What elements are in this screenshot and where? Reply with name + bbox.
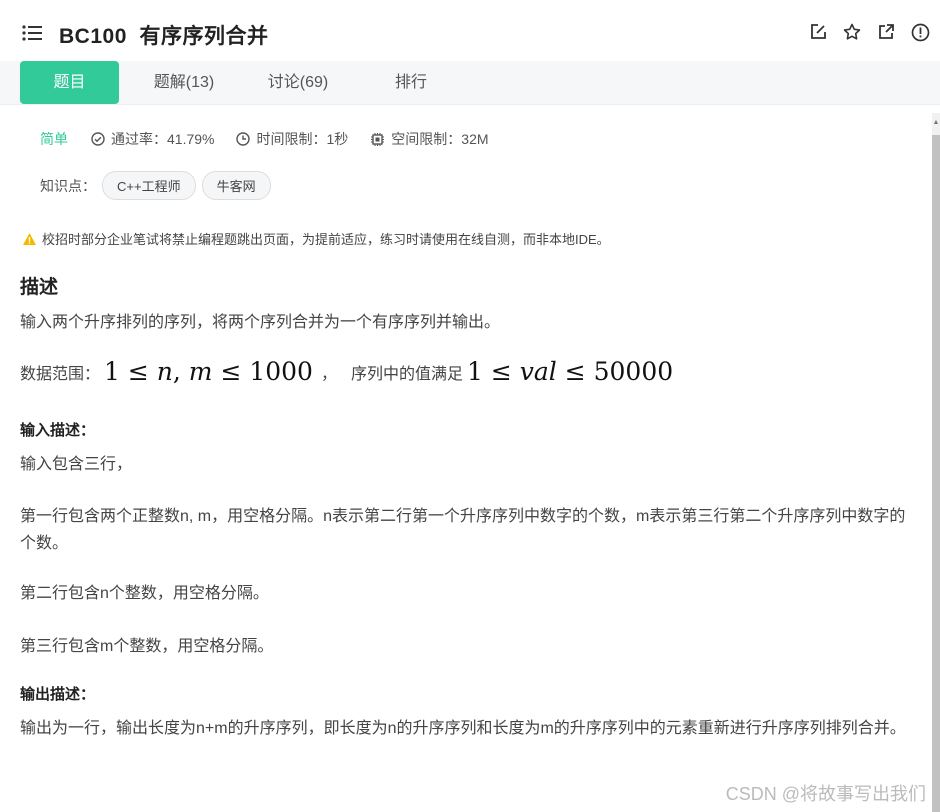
problem-tabs: 题目 题解(13) 讨论(69) 排行 (0, 61, 940, 105)
data-range: 数据范围： 1 ≤ n, m ≤ 1000 ， 序列中的值满足 1 ≤ val … (20, 357, 677, 386)
menu-icon[interactable] (22, 24, 44, 42)
page-header: BC100 有序序列合并 (0, 0, 940, 62)
range-formula-nm: 1 ≤ n, m ≤ 1000 (104, 357, 313, 386)
range-formula-val: 1 ≤ val ≤ 50000 (467, 357, 674, 386)
exam-warning: 校招时部分企业笔试将禁止编程题跳出页面，为提前适应，练习时请使用在线自测，而非本… (22, 229, 610, 248)
header-actions (808, 22, 930, 42)
range-middle: 序列中的值满足 (350, 365, 463, 383)
range-separator: ， (320, 365, 337, 383)
problem-meta: 简单 通过率：41.79% 时间限制：1秒 空间限制：32M (40, 129, 511, 149)
scroll-thumb[interactable] (932, 135, 940, 812)
clock-icon (236, 132, 251, 146)
input-line-4: 第三行包含m个整数，用空格分隔。 (20, 638, 274, 655)
input-line-3: 第二行包含n个整数，用空格分隔。 (20, 585, 269, 602)
time-limit-text: 时间限制：1秒 (256, 131, 349, 147)
input-heading: 输入描述： (20, 422, 96, 439)
description-text: 输入两个升序排列的序列，将两个序列合并为一个有序序列并输出。 (20, 314, 501, 331)
pass-rate-text: 通过率：41.79% (111, 131, 215, 147)
space-limit: 空间限制：32M (370, 129, 489, 149)
output-text: 输出为一行，输出长度为n+m的升序序列，即长度为n的升序序列和长度为m的升序序列… (20, 720, 906, 737)
tag-cpp-engineer[interactable]: C++工程师 (102, 171, 196, 200)
problem-content: 简单 通过率：41.79% 时间限制：1秒 空间限制：32M 知识点： C++工… (0, 105, 932, 812)
tab-solutions[interactable]: 题解(13) (132, 61, 236, 104)
space-limit-text: 空间限制：32M (391, 131, 489, 147)
scroll-up-arrow-icon[interactable]: ▲ (932, 113, 940, 133)
tab-ranking[interactable]: 排行 (370, 61, 452, 104)
star-icon[interactable] (842, 22, 862, 42)
tag-nowcoder[interactable]: 牛客网 (201, 171, 271, 200)
description-heading: 描述 (20, 277, 59, 298)
share-icon[interactable] (876, 22, 896, 42)
warning-text: 校招时部分企业笔试将禁止编程题跳出页面，为提前适应，练习时请使用在线自测，而非本… (42, 232, 610, 247)
problem-title: BC100 有序序列合并 (59, 25, 269, 48)
input-line-2: 第一行包含两个正整数n, m，用空格分隔。n表示第二行第一个升序序列中数字的个数… (20, 508, 906, 552)
edit-icon[interactable] (808, 22, 828, 42)
knowledge-points: 知识点： C++工程师 牛客网 (40, 171, 271, 200)
tab-discussion[interactable]: 讨论(69) (246, 61, 350, 104)
report-icon[interactable] (910, 22, 930, 42)
check-circle-icon (91, 132, 105, 146)
output-heading: 输出描述： (20, 686, 96, 703)
time-limit: 时间限制：1秒 (236, 129, 348, 149)
tab-problem[interactable]: 题目 (20, 61, 119, 104)
chip-icon (371, 132, 385, 146)
content-scrollbar[interactable]: ▲ (932, 113, 940, 812)
input-line-1: 输入包含三行， (20, 456, 133, 473)
pass-rate: 通过率：41.79% (91, 129, 214, 149)
difficulty-label: 简单 (40, 131, 68, 147)
range-prefix: 数据范围： (20, 365, 101, 383)
watermark: CSDN @将故事写出我们 (725, 784, 926, 804)
warning-icon (23, 232, 36, 245)
knowledge-label: 知识点： (40, 177, 96, 194)
